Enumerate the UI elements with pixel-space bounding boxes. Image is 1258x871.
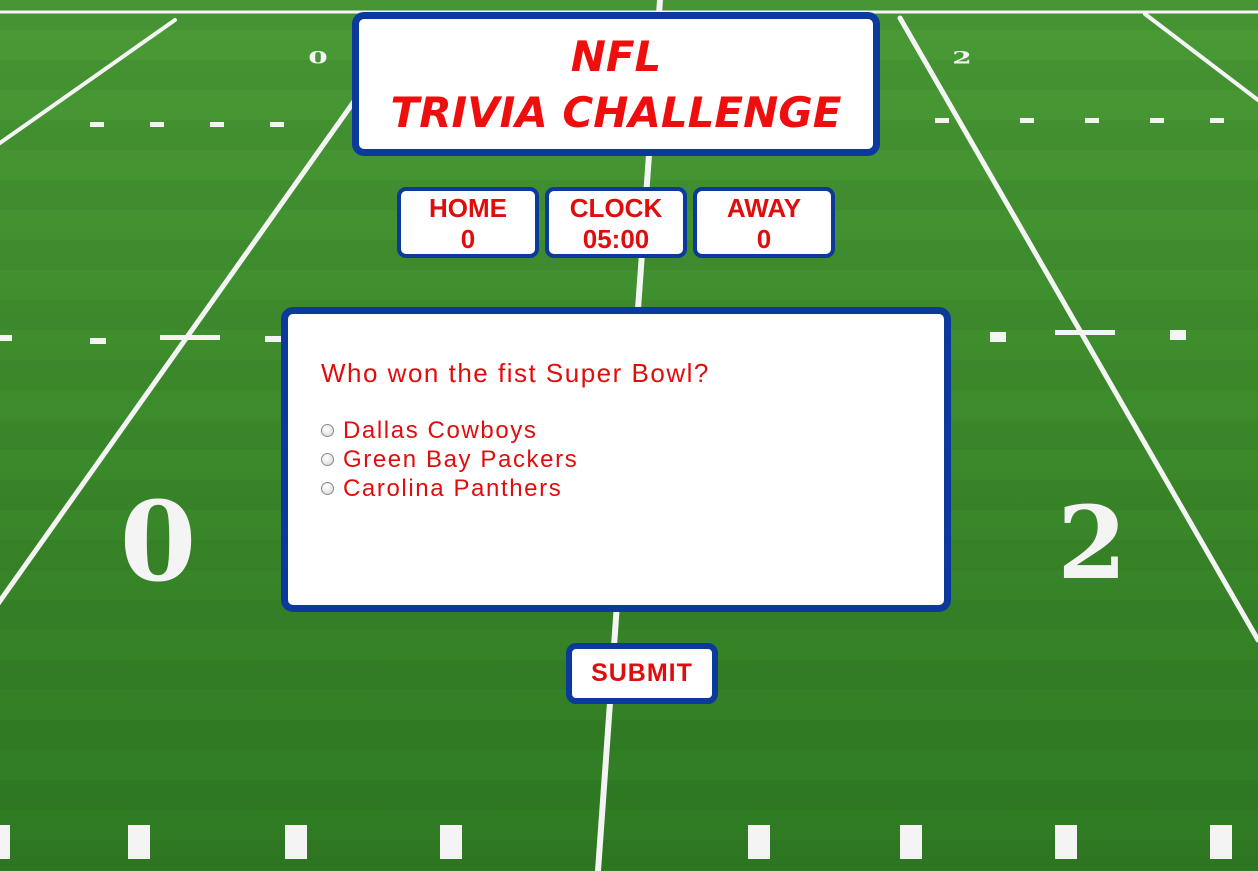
submit-button[interactable]: SUBMIT: [566, 643, 718, 704]
answer-label[interactable]: Dallas Cowboys: [343, 417, 537, 445]
clock-box: CLOCK 05:00: [545, 187, 687, 258]
radio-button[interactable]: [321, 453, 334, 466]
away-score: 0: [756, 224, 772, 254]
field-number-left: 0: [120, 477, 197, 606]
away-label: AWAY: [726, 193, 802, 223]
home-score-box: HOME 0: [397, 187, 539, 258]
svg-text:0: 0: [308, 48, 327, 68]
home-label: HOME: [429, 193, 507, 223]
answer-option[interactable]: Carolina Panthers: [321, 474, 562, 503]
svg-text:2: 2: [952, 48, 971, 68]
clock-label: CLOCK: [569, 193, 663, 223]
field-number-right: 2: [1057, 484, 1127, 602]
answer-label[interactable]: Carolina Panthers: [343, 475, 562, 503]
answer-option[interactable]: Dallas Cowboys: [321, 416, 537, 445]
home-score: 0: [460, 224, 476, 254]
answer-option[interactable]: Green Bay Packers: [321, 445, 578, 474]
radio-button[interactable]: [321, 482, 334, 495]
question-text: Who won the fist Super Bowl?: [321, 358, 710, 388]
answer-label[interactable]: Green Bay Packers: [343, 446, 578, 474]
question-panel: Who won the fist Super Bowl? Dallas Cowb…: [281, 307, 951, 612]
radio-button[interactable]: [321, 424, 334, 437]
title-line-2: TRIVIA CHALLENGE: [390, 88, 842, 137]
title-line-1: NFL: [570, 32, 662, 81]
title-banner: NFL TRIVIA CHALLENGE: [352, 12, 880, 156]
away-score-box: AWAY 0: [693, 187, 835, 258]
clock-value: 05:00: [582, 224, 650, 254]
